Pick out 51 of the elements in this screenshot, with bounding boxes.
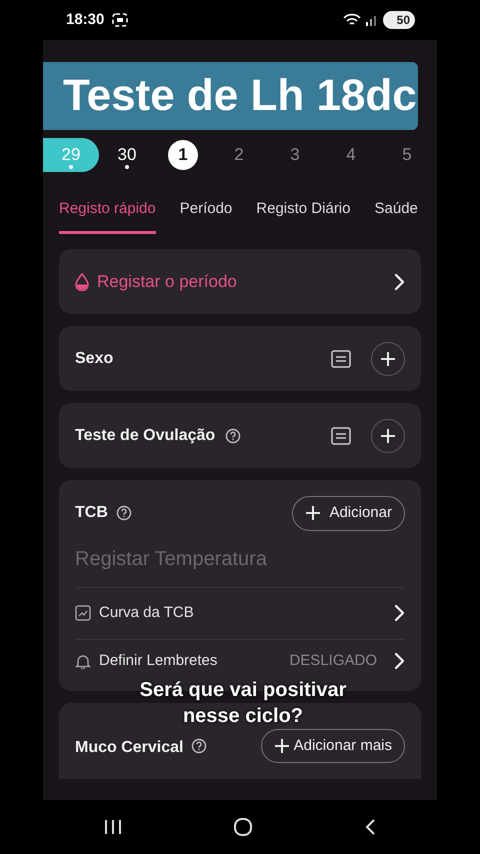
recent-apps-icon: [104, 818, 122, 835]
calendar-day[interactable]: 4: [323, 138, 379, 172]
help-icon[interactable]: [191, 738, 208, 754]
note-icon[interactable]: [331, 426, 351, 444]
chevron-icon: [393, 604, 405, 622]
caption-banner: Teste de Lh 18dc: [43, 62, 418, 130]
screenshot-icon: [112, 13, 128, 27]
tab[interactable]: Período: [180, 184, 232, 234]
setting-row[interactable]: Curva da TCB: [75, 586, 405, 638]
help-icon[interactable]: [225, 428, 242, 444]
calendar-day[interactable]: 2: [211, 138, 267, 172]
add-button[interactable]: [371, 418, 405, 452]
home-button[interactable]: [232, 815, 253, 839]
help-icon[interactable]: [116, 505, 132, 522]
drop-icon: [75, 272, 89, 290]
calendar-day[interactable]: 3: [267, 138, 323, 172]
status-time: 18:30: [66, 10, 104, 30]
tab[interactable]: Saúde: [374, 184, 418, 234]
entry-label: Teste de Ovulação: [75, 426, 216, 446]
calendar-day[interactable]: 30: [99, 138, 155, 172]
tcb-title: TCB: [75, 503, 108, 524]
add-button[interactable]: Adicionar: [292, 496, 405, 530]
plus-icon: [380, 428, 396, 444]
period-card[interactable]: Registar o período: [59, 249, 421, 314]
add-button[interactable]: [371, 342, 405, 376]
plus-icon: [274, 738, 290, 754]
wifi-icon: [342, 13, 361, 27]
calendar-day[interactable]: 5: [379, 138, 435, 172]
signal-icon: [364, 14, 379, 26]
period-label: Registar o período: [97, 270, 238, 293]
tab[interactable]: Registo Diário: [256, 184, 350, 234]
tab[interactable]: Registo rápido: [59, 184, 156, 234]
chevron-icon: [393, 272, 405, 290]
chevron-icon: [393, 652, 405, 670]
row-value: DESLIGADO: [289, 650, 377, 671]
battery-indicator: 50: [382, 11, 415, 29]
plus-icon: [380, 350, 396, 366]
bell-icon: [75, 653, 91, 669]
note-icon[interactable]: [331, 350, 351, 368]
plus-icon: [305, 505, 322, 522]
add-more-button[interactable]: Adicionar mais: [260, 728, 405, 763]
calendar-day[interactable]: 1: [168, 140, 198, 170]
entry-label: Sexo: [75, 348, 114, 368]
back-icon: [364, 818, 376, 836]
row-label: Curva da TCB: [99, 602, 195, 623]
chart-icon: [75, 605, 91, 621]
home-icon: [232, 816, 253, 837]
setting-row[interactable]: Definir Lembretes DESLIGADO: [75, 638, 405, 682]
temperature-field[interactable]: Registar Temperatura: [75, 546, 405, 570]
mucus-title: Muco Cervical: [75, 738, 184, 758]
row-label: Definir Lembretes: [99, 650, 218, 671]
